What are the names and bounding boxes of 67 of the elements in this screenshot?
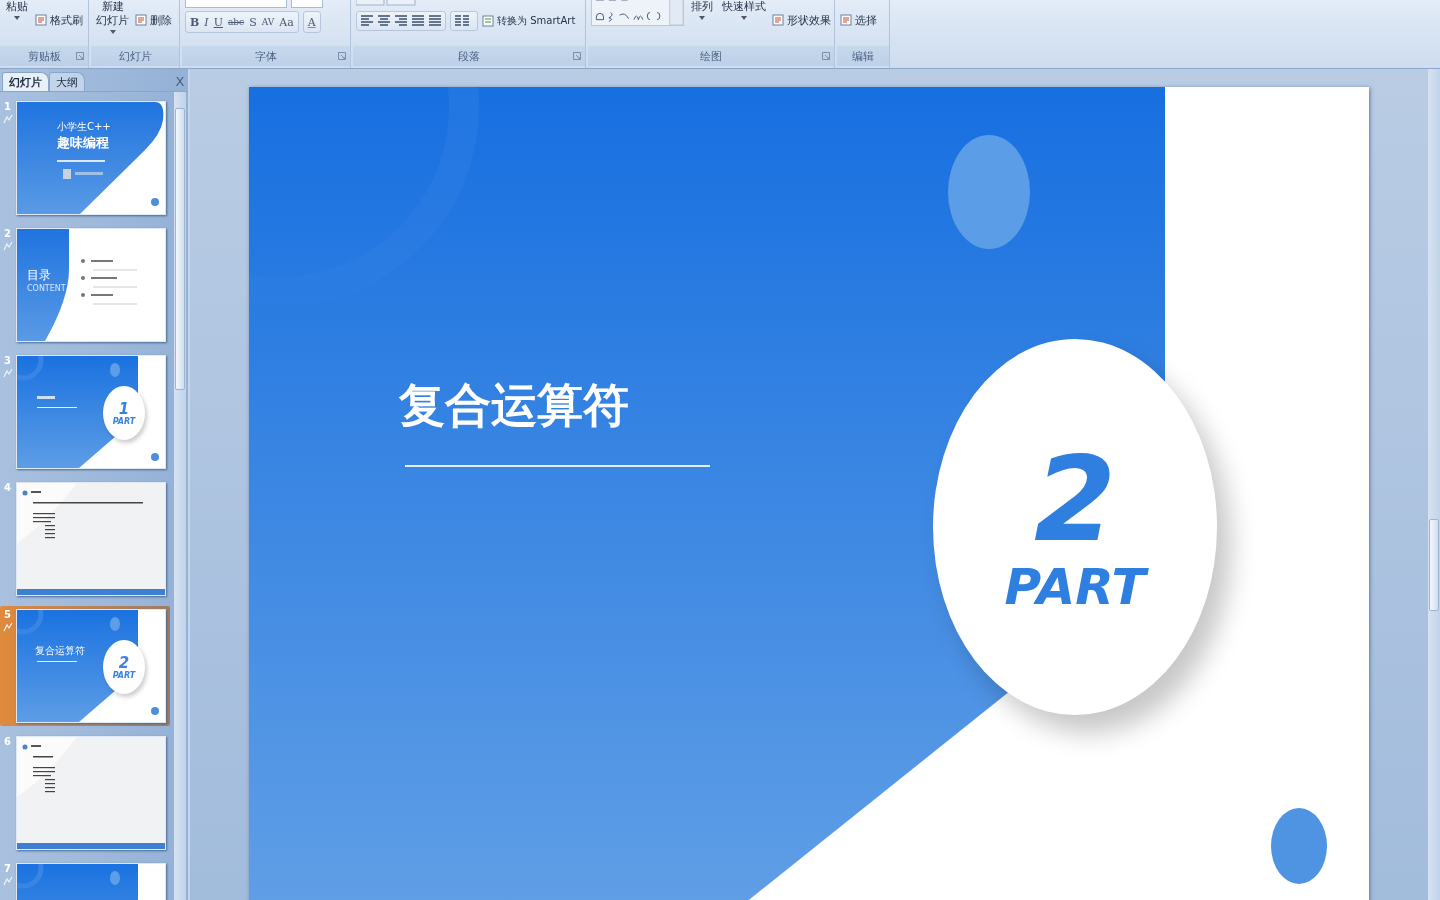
slide-number: 4 (4, 482, 11, 493)
dialog-launcher-icon[interactable] (822, 52, 830, 60)
slide-thumbnail[interactable] (17, 483, 165, 595)
ribbon-button[interactable]: 格式刷 (35, 10, 83, 30)
dialog-launcher-icon[interactable] (338, 52, 346, 60)
document-icon (35, 14, 47, 26)
part-label: PART (112, 416, 136, 426)
format-button[interactable]: S (247, 13, 259, 31)
slide-title: 目录 (27, 267, 51, 284)
pane-tab[interactable]: 大纲 (49, 72, 85, 91)
format-button[interactable]: AV (259, 13, 277, 31)
ribbon-button[interactable]: 选择 (840, 10, 877, 30)
slide-number: 3 (4, 355, 11, 366)
slide-title: 复合运算符 (35, 644, 85, 658)
align-icon[interactable] (393, 13, 409, 29)
shapes-gallery[interactable] (591, 0, 684, 28)
slide-title: 复合运算符 (399, 377, 629, 434)
group-label: 剪贴板 (27, 48, 61, 64)
align-icon[interactable] (410, 13, 426, 29)
ribbon-button[interactable]: 形状效果 (772, 10, 831, 30)
document-icon (482, 15, 494, 27)
ribbon-button[interactable]: 新建 幻灯片 (94, 0, 131, 34)
format-button[interactable]: Aa (277, 13, 296, 31)
ribbon-button[interactable]: 粘贴 (3, 0, 31, 20)
group-label: 编辑 (852, 48, 874, 64)
ribbon-button[interactable]: 快速样式 (720, 0, 768, 20)
slide-thumbnail[interactable] (17, 610, 165, 722)
part-label: PART (112, 670, 136, 680)
pane-tab[interactable]: 幻灯片 (2, 72, 49, 91)
slide-thumbnail[interactable] (17, 737, 165, 849)
part-number: 1 (118, 400, 130, 417)
group-label: 幻灯片 (118, 48, 152, 64)
format-button[interactable]: U (211, 13, 225, 31)
scrollbar[interactable] (174, 92, 186, 900)
selected-slide-row[interactable]: 5 复合运算符 2 PART (0, 606, 170, 726)
document-icon (772, 14, 784, 26)
slide-subtitle: CONTENT (27, 284, 66, 293)
scrollbar[interactable] (1428, 69, 1440, 900)
group-label: 绘图 (700, 48, 722, 64)
document-icon (135, 14, 147, 26)
slide-title: 趣味编程 (57, 134, 109, 152)
slide-thumbnail[interactable] (17, 356, 165, 468)
text-lines-drawing (57, 160, 105, 179)
part-number: 2 (118, 654, 130, 671)
dialog-launcher-icon[interactable] (76, 52, 84, 60)
slide-thumbnail[interactable] (17, 229, 165, 341)
format-button[interactable]: B (188, 13, 202, 31)
group-label: 字体 (255, 48, 277, 64)
align-icon[interactable] (376, 13, 392, 29)
part-number: 2 (1033, 439, 1117, 559)
align-icon[interactable] (359, 13, 375, 29)
dialog-launcher-icon[interactable] (573, 52, 581, 60)
slide-number: 7 (4, 863, 11, 874)
slide-number: 6 (4, 736, 11, 747)
ribbon-button[interactable]: 转换为 SmartArt (482, 11, 576, 31)
align-icon[interactable] (427, 13, 443, 29)
document-icon (840, 14, 852, 26)
slide-number: 5 (4, 609, 11, 620)
ribbon-button[interactable]: 排列 (688, 0, 716, 20)
format-button[interactable]: abc (225, 13, 247, 31)
slide-thumbnail[interactable] (17, 102, 165, 214)
slide-number: 2 (4, 228, 11, 239)
format-button[interactable]: I (202, 13, 211, 31)
slide-number: 1 (4, 101, 11, 112)
slide-kicker: 小学生C++ (57, 120, 111, 134)
ribbon-button[interactable]: 删除 (135, 10, 172, 30)
group-label: 段落 (458, 48, 480, 64)
